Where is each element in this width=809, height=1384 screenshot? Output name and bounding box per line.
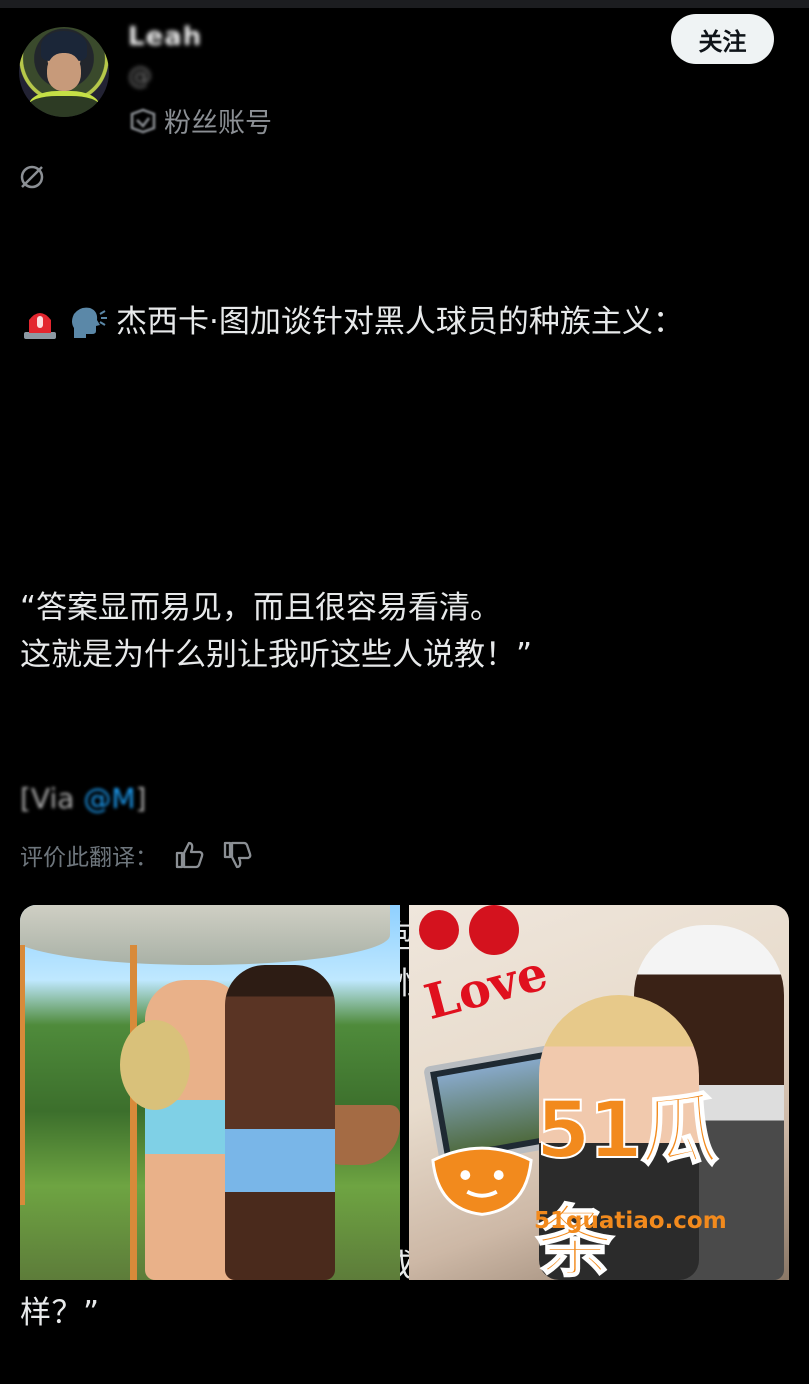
watermark-brand: 51瓜条	[535, 1085, 720, 1289]
heart-balloon-2	[419, 910, 459, 950]
fan-account-label: 粉丝账号	[164, 108, 272, 139]
post-paragraph-1: “答案显而易见，而且很容易看清。 这就是为什么别让我听这些人说教！”	[20, 590, 533, 673]
love-balloon-text: Love	[418, 944, 554, 1032]
follow-button[interactable]: 关注	[671, 14, 774, 64]
status-strip	[0, 0, 809, 8]
via-attribution: [Via @M]	[20, 782, 146, 815]
heart-balloon	[469, 905, 519, 955]
rate-translation-row: 评价此翻译：	[20, 838, 254, 872]
avatar-face	[47, 53, 81, 91]
avatar-vest	[29, 91, 99, 117]
siren-icon	[24, 313, 56, 339]
post-title-line: 杰西卡·图加谈针对黑人球员的种族主义：	[20, 294, 790, 350]
via-suffix: ]	[135, 782, 147, 815]
umbrella-pole	[130, 945, 137, 1280]
speaking-head-icon	[72, 307, 107, 338]
fan-account-icon	[130, 108, 156, 133]
fan-account-row: 粉丝账号	[128, 101, 272, 140]
watermark-url: 51guatiao.com	[534, 1208, 727, 1234]
via-link[interactable]: @M	[83, 782, 135, 815]
translate-icon	[20, 165, 44, 189]
via-prefix: [Via	[20, 782, 84, 815]
thumbs-up-icon[interactable]	[172, 838, 206, 872]
media-photo-left[interactable]	[20, 905, 400, 1280]
person-man	[225, 965, 335, 1280]
umbrella-pole-2	[20, 945, 25, 1205]
user-handle[interactable]: @	[128, 62, 152, 90]
straw-hat	[120, 1020, 190, 1110]
umbrella-canopy	[20, 905, 390, 965]
post-title: 杰西卡·图加谈针对黑人球员的种族主义：	[116, 303, 684, 340]
rate-translation-label: 评价此翻译：	[20, 845, 158, 871]
thumbs-down-icon[interactable]	[220, 838, 254, 872]
user-name[interactable]: Leah	[128, 22, 202, 52]
avatar[interactable]	[19, 27, 109, 117]
watermark-melon-icon	[431, 1146, 533, 1216]
